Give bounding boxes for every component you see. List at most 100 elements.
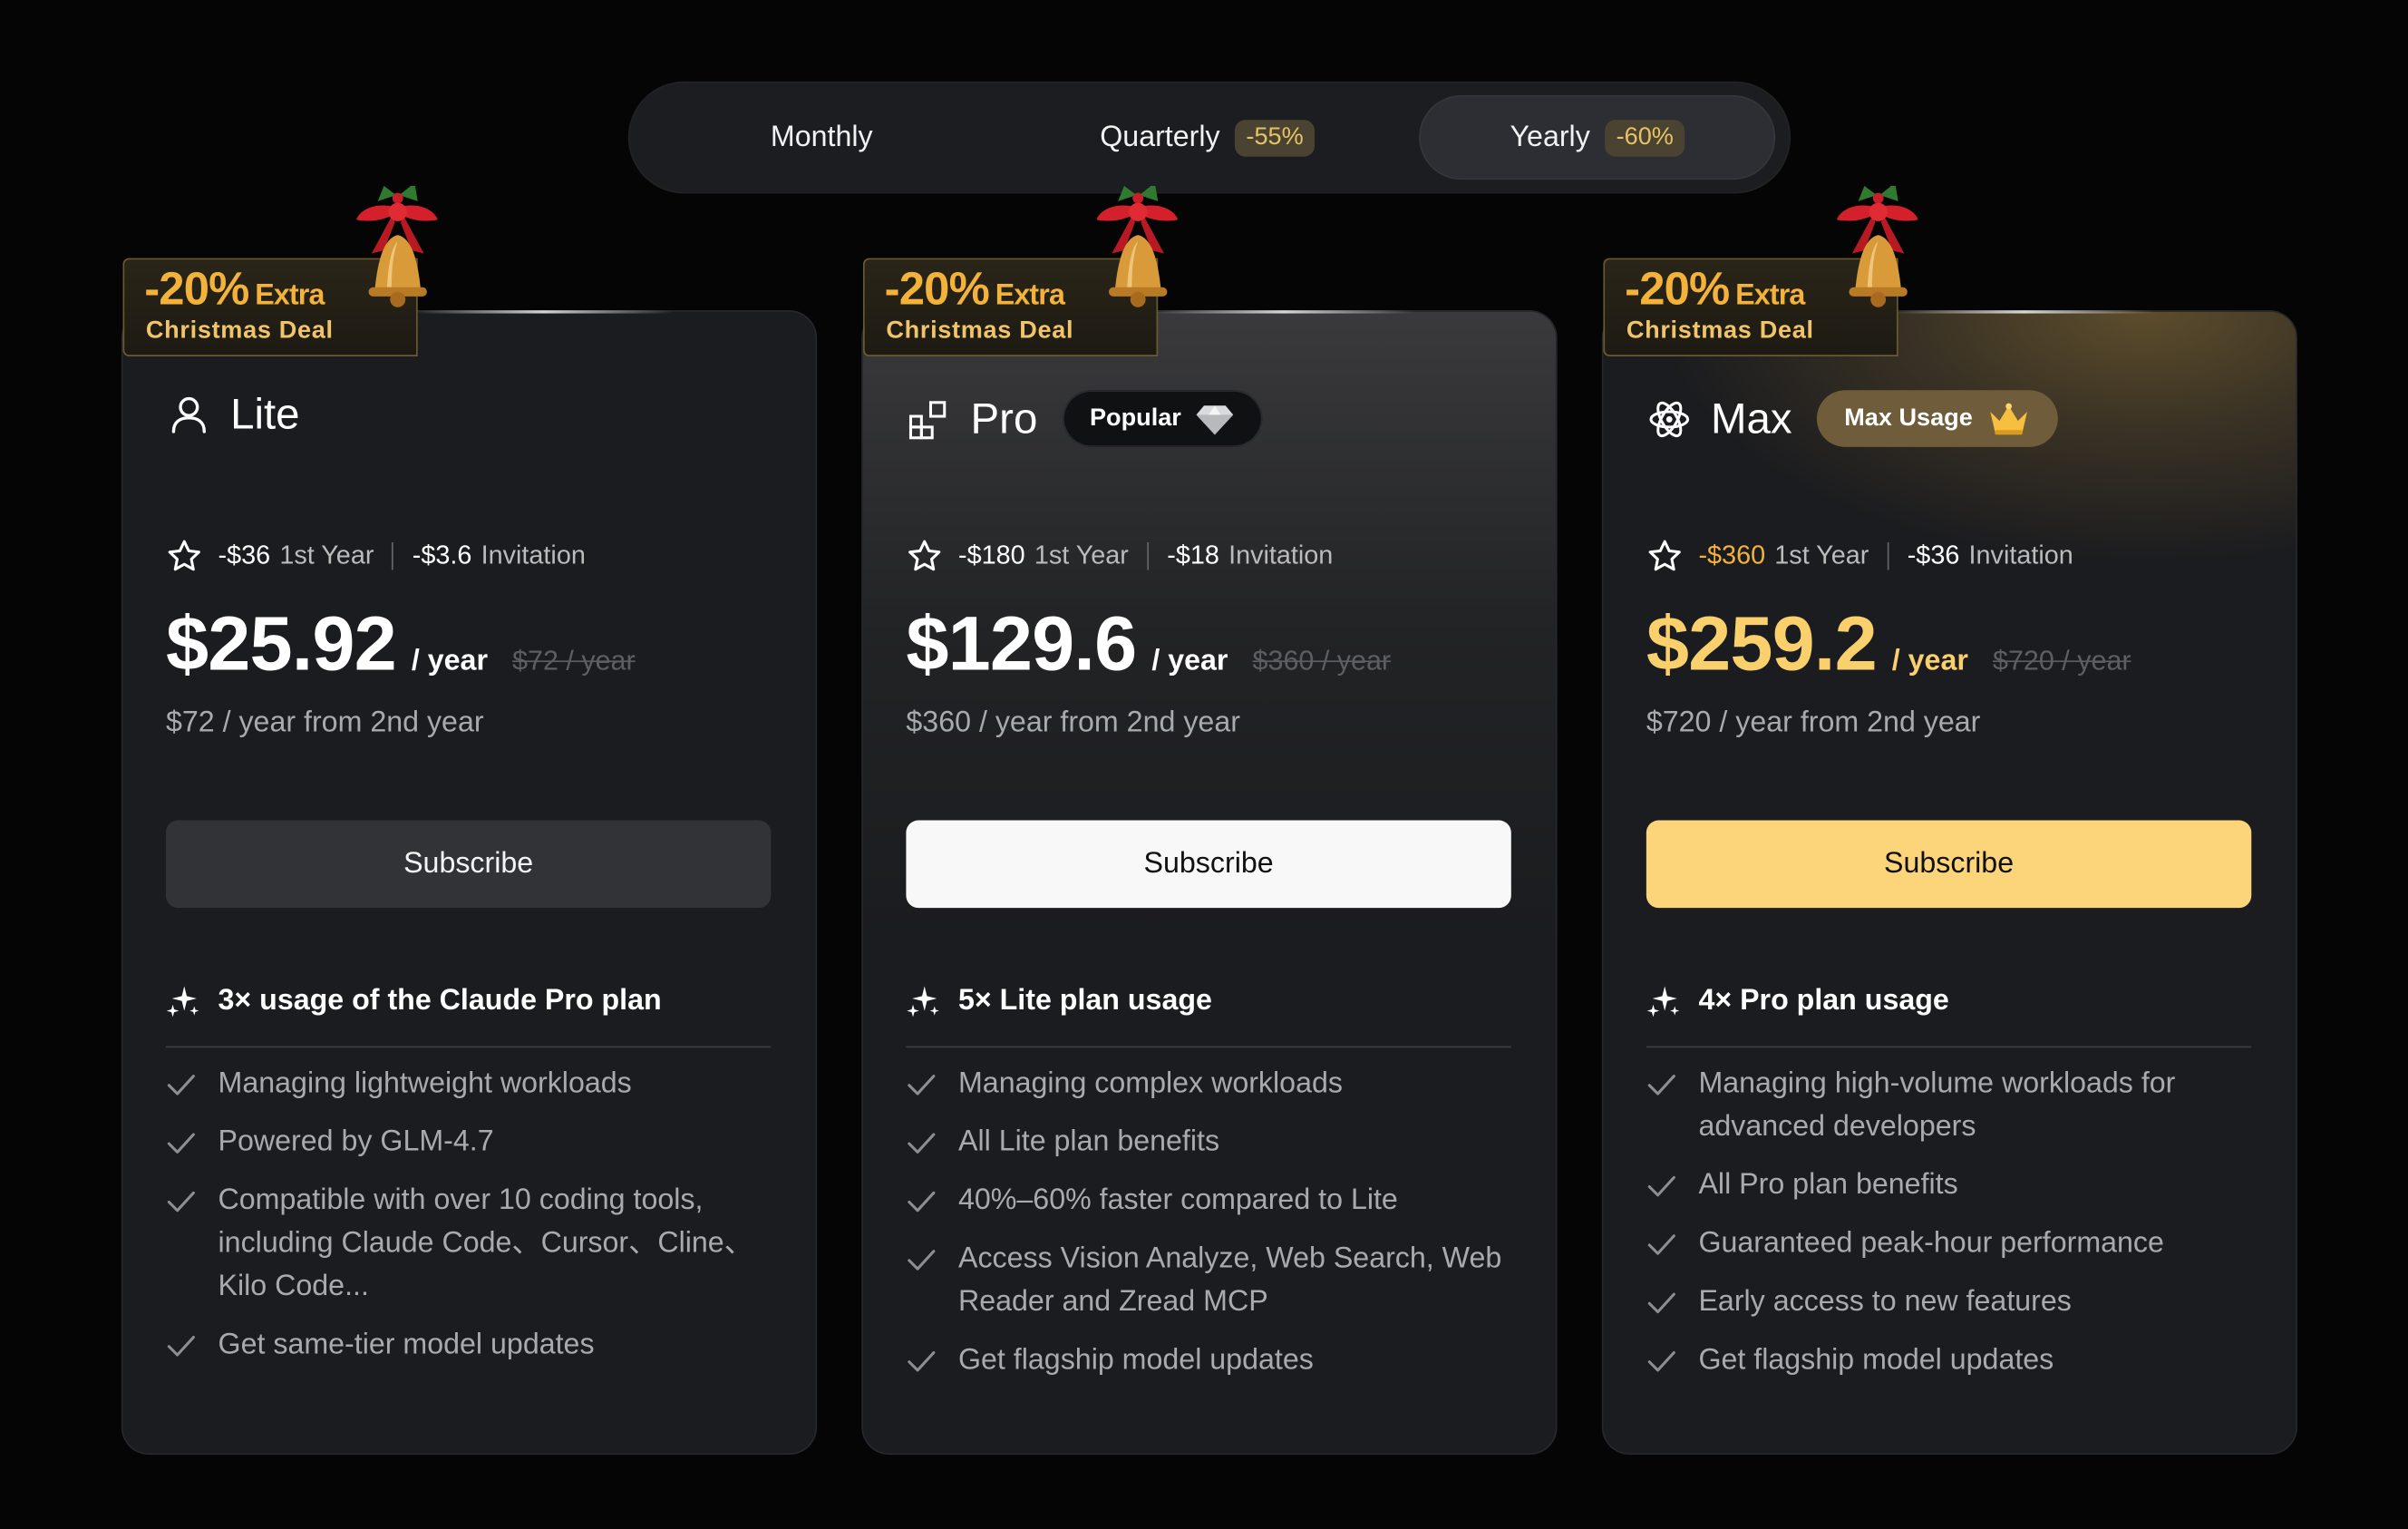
blocks-icon: [908, 400, 947, 439]
feature-text: Managing lightweight workloads: [218, 1067, 632, 1100]
tab-quarterly-label: Quarterly: [1100, 120, 1220, 153]
check-icon: [906, 1186, 937, 1217]
discount-offer: -$360 1st Year -$36 Invitation: [1646, 538, 2073, 575]
check-icon: [166, 1069, 197, 1100]
christmas-deal-ribbon: -20% Extra Christmas Deal: [122, 258, 418, 356]
feature-text: Get flagship model updates: [1698, 1344, 2054, 1377]
crown-icon: [1989, 402, 2027, 434]
tab-monthly[interactable]: Monthly: [659, 95, 985, 180]
star-icon: [1646, 538, 1684, 575]
subscribe-button[interactable]: Subscribe: [906, 820, 1511, 909]
price-amount: $129.6: [906, 600, 1137, 687]
plan-header: Pro Popular: [906, 390, 1263, 447]
check-icon: [906, 1346, 937, 1377]
feature-item: Compatible with over 10 coding tools, in…: [166, 1180, 781, 1309]
usage-highlight: 4× Pro plan usage: [1646, 985, 1949, 1018]
deal-percent: -20%: [884, 264, 990, 316]
original-price: $720 / year: [1992, 645, 2131, 677]
invitation-label: Invitation: [481, 541, 586, 570]
first-year-label: 1st Year: [279, 541, 374, 570]
feature-text: Guaranteed peak-hour performance: [1698, 1227, 2164, 1260]
deal-extra: Extra: [255, 279, 325, 312]
feature-item: Managing high-volume workloads for advan…: [1646, 1063, 2261, 1149]
subscribe-button[interactable]: Subscribe: [165, 820, 772, 909]
divider: [906, 1046, 1511, 1048]
feature-item: All Lite plan benefits: [906, 1122, 1520, 1164]
christmas-bell-icon: [347, 186, 447, 309]
check-icon: [1646, 1171, 1677, 1202]
popular-badge: Popular: [1062, 390, 1263, 447]
sparkle-icon: [906, 985, 939, 1018]
deal-label: Christmas Deal: [1626, 317, 1814, 345]
feature-item: Get same-tier model updates: [166, 1324, 781, 1367]
price-amount: $25.92: [165, 600, 397, 687]
feature-item: Managing complex workloads: [906, 1063, 1520, 1105]
feature-item: Early access to new features: [1646, 1281, 2261, 1324]
deal-percent: -20%: [144, 264, 249, 316]
check-icon: [166, 1330, 197, 1361]
feature-item: Get flagship model updates: [906, 1339, 1520, 1382]
feature-text: Access Vision Analyze, Web Search, Web R…: [957, 1242, 1502, 1319]
original-price: $72 / year: [512, 645, 636, 677]
feature-text: Early access to new features: [1698, 1285, 2072, 1319]
deal-extra: Extra: [995, 279, 1065, 312]
feature-text: Get flagship model updates: [957, 1344, 1314, 1377]
invitation-discount: -$3.6: [412, 541, 472, 570]
feature-item: Access Vision Analyze, Web Search, Web R…: [906, 1238, 1520, 1324]
plan-name: Pro: [970, 394, 1038, 442]
feature-text: Managing high-volume workloads for advan…: [1698, 1067, 2176, 1144]
discount-offer: -$180 1st Year -$18 Invitation: [906, 538, 1333, 575]
divider: [1887, 541, 1889, 570]
usage-highlight-text: 3× usage of the Claude Pro plan: [218, 984, 662, 1018]
popular-badge-label: Popular: [1089, 404, 1181, 432]
price-period: / year: [1891, 645, 1968, 678]
feature-item: Guaranteed peak-hour performance: [1646, 1222, 2261, 1265]
deal-label: Christmas Deal: [145, 317, 334, 345]
feature-text: Managing complex workloads: [957, 1067, 1343, 1100]
feature-list: Managing high-volume workloads for advan…: [1646, 1063, 2261, 1398]
sparkle-icon: [166, 985, 199, 1018]
check-icon: [1646, 1287, 1677, 1318]
plan-name: Lite: [230, 390, 300, 438]
star-icon: [166, 538, 203, 575]
usage-highlight-text: 4× Pro plan usage: [1698, 984, 1949, 1018]
invitation-discount: -$18: [1167, 541, 1219, 570]
christmas-bell-icon: [1828, 186, 1927, 309]
feature-list: Managing lightweight workloads Powered b…: [166, 1063, 781, 1382]
user-icon: [171, 396, 206, 433]
usage-highlight: 3× usage of the Claude Pro plan: [166, 985, 662, 1018]
yearly-discount-badge: -60%: [1605, 119, 1685, 156]
invitation-label: Invitation: [1968, 541, 2073, 570]
price-period: / year: [1151, 645, 1228, 678]
original-price: $360 / year: [1252, 645, 1392, 677]
price-period: / year: [411, 645, 488, 678]
quarterly-discount-badge: -55%: [1235, 119, 1315, 156]
divider: [1646, 1046, 2252, 1048]
feature-text: Get same-tier model updates: [218, 1329, 595, 1361]
first-year-discount: -$360: [1698, 541, 1766, 570]
check-icon: [166, 1186, 197, 1217]
feature-text: 40%–60% faster compared to Lite: [957, 1183, 1398, 1217]
tab-yearly[interactable]: Yearly -60%: [1419, 95, 1776, 180]
renewal-price: $72 / year from 2nd year: [165, 706, 484, 739]
divider: [1147, 541, 1149, 570]
check-icon: [1646, 1346, 1677, 1377]
card-top-sheen: [1893, 310, 2155, 314]
sparkle-icon: [1646, 985, 1680, 1018]
check-icon: [906, 1244, 937, 1275]
subscribe-button[interactable]: Subscribe: [1646, 820, 2252, 909]
plan-name: Max: [1711, 394, 1792, 442]
divider: [392, 541, 394, 570]
feature-text: Powered by GLM-4.7: [218, 1125, 494, 1159]
card-top-sheen: [1153, 310, 1415, 314]
tab-yearly-label: Yearly: [1510, 120, 1590, 153]
divider: [165, 1046, 772, 1048]
tab-quarterly[interactable]: Quarterly -55%: [1031, 95, 1384, 180]
check-icon: [906, 1069, 937, 1100]
atom-icon: [1649, 400, 1690, 437]
check-icon: [906, 1127, 937, 1158]
first-year-discount: -$180: [957, 541, 1025, 570]
feature-item: 40%–60% faster compared to Lite: [906, 1180, 1520, 1222]
diamond-icon: [1196, 404, 1234, 434]
deal-extra: Extra: [1735, 279, 1805, 312]
